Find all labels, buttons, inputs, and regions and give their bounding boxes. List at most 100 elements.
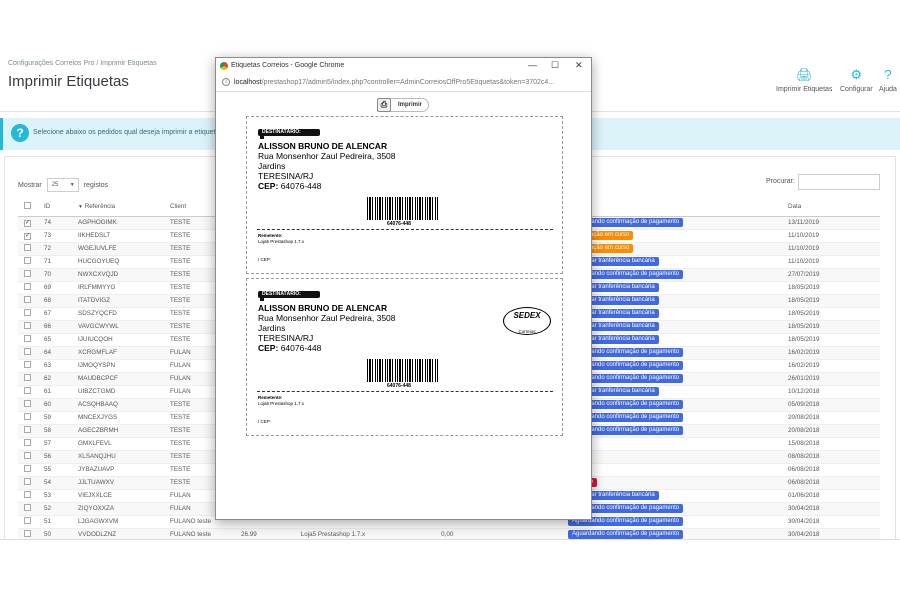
- order-reference: ZIQYOXXZA: [78, 502, 170, 516]
- row-checkbox[interactable]: [24, 491, 31, 498]
- divider: [257, 391, 553, 392]
- row-checkbox[interactable]: ✓: [24, 219, 31, 227]
- row-checkbox[interactable]: [24, 283, 31, 290]
- row-select-cell[interactable]: [18, 424, 44, 438]
- row-checkbox[interactable]: [24, 504, 31, 511]
- order-date: 18/05/2019: [788, 333, 880, 347]
- maximize-button[interactable]: ☐: [551, 60, 559, 71]
- row-checkbox[interactable]: [24, 244, 31, 251]
- row-checkbox[interactable]: [24, 517, 31, 524]
- row-select-cell[interactable]: [18, 450, 44, 464]
- row-checkbox[interactable]: [24, 465, 31, 472]
- row-checkbox[interactable]: [24, 257, 31, 264]
- order-reference: VIEJXXLCE: [78, 489, 170, 503]
- recipient-street: Rua Monsenhor Zaul Pedreira, 3508: [258, 313, 396, 323]
- row-checkbox[interactable]: [24, 452, 31, 459]
- row-select-cell[interactable]: [18, 359, 44, 373]
- recipient-city: TERESINA/RJ: [258, 171, 314, 181]
- row-checkbox[interactable]: [24, 348, 31, 355]
- row-checkbox[interactable]: [24, 387, 31, 394]
- row-checkbox[interactable]: ✓: [24, 232, 31, 240]
- row-select-cell[interactable]: [18, 385, 44, 399]
- column-id[interactable]: ID: [44, 198, 78, 217]
- select-all-checkbox[interactable]: [24, 202, 31, 210]
- row-select-cell[interactable]: [18, 411, 44, 425]
- order-id: 58: [44, 424, 78, 438]
- minimize-button[interactable]: —: [528, 60, 537, 70]
- row-select-cell[interactable]: ✓: [18, 216, 44, 230]
- order-id: 72: [44, 242, 78, 256]
- row-select-cell[interactable]: [18, 502, 44, 516]
- order-date: 30/04/2018: [788, 502, 880, 516]
- column-reference[interactable]: ▼ Referência: [78, 198, 170, 217]
- order-reference: IIKHEDSLT: [78, 229, 170, 243]
- row-checkbox[interactable]: [24, 413, 31, 420]
- row-checkbox[interactable]: [24, 400, 31, 407]
- row-select-cell[interactable]: [18, 268, 44, 282]
- row-select-cell[interactable]: [18, 515, 44, 529]
- search-input[interactable]: [798, 174, 880, 190]
- order-status: Aguardar tranferência bancária: [568, 294, 788, 308]
- order-id: 62: [44, 372, 78, 386]
- table-row[interactable]: 50 VVDODLZNZ FULANO teste 26.99 Loja5 Presta…: [18, 528, 880, 539]
- row-select-cell[interactable]: [18, 463, 44, 477]
- page-size-select[interactable]: 25 ▼: [46, 178, 79, 192]
- row-select-cell[interactable]: [18, 489, 44, 503]
- order-reference: NWXCXVQJD: [78, 268, 170, 282]
- row-checkbox[interactable]: [24, 296, 31, 303]
- order-status: Aguardar tranferência bancária: [568, 255, 788, 269]
- print-icon: 🖨: [795, 67, 813, 82]
- url-text[interactable]: localhost/prestashop17/admin5/index.php?…: [234, 79, 554, 86]
- help-button[interactable]: ? Ajuda: [879, 68, 897, 94]
- row-select-cell[interactable]: ✓: [18, 229, 44, 243]
- row-checkbox[interactable]: [24, 530, 31, 537]
- close-button[interactable]: ✕: [575, 60, 583, 71]
- row-select-cell[interactable]: [18, 333, 44, 347]
- order-date: 06/08/2018: [788, 463, 880, 477]
- row-checkbox[interactable]: [24, 374, 31, 381]
- order-reference: MNCEXJYGS: [78, 411, 170, 425]
- row-checkbox[interactable]: [24, 478, 31, 485]
- row-select-cell[interactable]: [18, 346, 44, 360]
- select-all-header[interactable]: [18, 198, 44, 217]
- print-button[interactable]: ⎙ Imprimir: [377, 98, 429, 112]
- row-checkbox[interactable]: [24, 335, 31, 342]
- row-checkbox[interactable]: [24, 270, 31, 277]
- address-bar[interactable]: i localhost/prestashop17/admin5/index.ph…: [216, 75, 591, 92]
- order-reference: VVDODLZNZ: [78, 528, 170, 539]
- row-select-cell[interactable]: [18, 398, 44, 412]
- row-select-cell[interactable]: [18, 242, 44, 256]
- order-reference: XCRGMFLAF: [78, 346, 170, 360]
- order-id: 56: [44, 450, 78, 464]
- configure-button[interactable]: ⚙ Configurar: [840, 68, 873, 94]
- row-select-cell[interactable]: [18, 476, 44, 490]
- order-id: 60: [44, 398, 78, 412]
- row-select-cell[interactable]: [18, 320, 44, 334]
- row-select-cell[interactable]: [18, 294, 44, 308]
- row-select-cell[interactable]: [18, 372, 44, 386]
- order-reference: VAVGCWYWL: [78, 320, 170, 334]
- row-checkbox[interactable]: [24, 426, 31, 433]
- order-id: 73: [44, 229, 78, 243]
- order-reference: AGECZBRMH: [78, 424, 170, 438]
- barcode: [367, 197, 439, 220]
- row-select-cell[interactable]: [18, 307, 44, 321]
- order-id: 53: [44, 489, 78, 503]
- row-select-cell[interactable]: [18, 437, 44, 451]
- row-checkbox[interactable]: [24, 439, 31, 446]
- row-checkbox[interactable]: [24, 309, 31, 316]
- order-status: ado: [568, 450, 788, 464]
- order-date: 11/10/2019: [788, 255, 880, 269]
- column-date[interactable]: Data: [788, 198, 880, 217]
- row-select-cell[interactable]: [18, 255, 44, 269]
- row-checkbox[interactable]: [24, 322, 31, 329]
- row-select-cell[interactable]: [18, 528, 44, 539]
- print-labels-button[interactable]: 🖨 Imprimir Etiquetas: [776, 67, 832, 94]
- breadcrumb[interactable]: Configurações Correios Pro / Imprimir Et…: [8, 60, 157, 67]
- order-reference: ACSQHBAAQ: [78, 398, 170, 412]
- row-checkbox[interactable]: [24, 361, 31, 368]
- row-select-cell[interactable]: [18, 281, 44, 295]
- order-id: 57: [44, 437, 78, 451]
- column-status[interactable]: tus: [568, 198, 788, 217]
- order-status: Aguardando confirmação de pagamento: [568, 528, 788, 539]
